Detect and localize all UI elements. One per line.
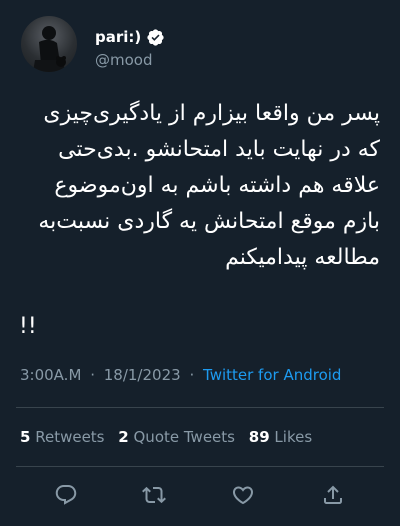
share-button[interactable] (320, 482, 346, 508)
retweet-icon (142, 486, 166, 504)
tweet-card: pari:) @mood پسر من واقعا بیزارم از یادگ… (0, 0, 400, 526)
author-name-row[interactable]: pari:) (95, 27, 165, 47)
retweet-button[interactable] (141, 482, 167, 508)
tweet-text-line: بازم موقع امتحانش یه گاردی نسبت‌به (38, 209, 380, 234)
tweet-time[interactable]: 3:00A.M (20, 366, 81, 384)
tweet-text-line: مطالعه پیدامیکنم (225, 245, 380, 270)
meta-separator: · (189, 366, 195, 384)
reply-button[interactable] (53, 482, 79, 508)
tweet-text-trailing: !! (19, 314, 37, 339)
tweet-text-line: که در نهایت باید امتحانشو .بدی‌حتی (58, 137, 380, 162)
display-name[interactable]: pari:) (95, 28, 141, 46)
quote-tweets-count: 2 (118, 428, 129, 446)
tweet-text-line: علاقه هم داشته باشم به اون‌موضوع (54, 173, 380, 198)
share-icon (324, 485, 342, 504)
likes-stat[interactable]: 89 Likes (249, 428, 312, 446)
verified-badge-icon (147, 28, 164, 46)
divider (16, 407, 384, 408)
retweets-count: 5 (20, 428, 31, 446)
heart-icon (232, 486, 254, 505)
avatar[interactable] (21, 16, 77, 72)
retweets-stat[interactable]: 5 Retweets (20, 428, 105, 446)
likes-label: Likes (274, 428, 313, 446)
action-bar (0, 482, 400, 510)
avatar-image (33, 26, 66, 72)
divider (16, 466, 384, 467)
quote-tweets-label: Quote Tweets (133, 428, 235, 446)
quote-tweets-stat[interactable]: 2 Quote Tweets (118, 428, 235, 446)
tweet-date[interactable]: 18/1/2023 (104, 366, 181, 384)
reply-icon (55, 485, 77, 505)
retweets-label: Retweets (35, 428, 105, 446)
tweet-text-line: پسر من واقعا بیزارم از یادگیری‌چیزی (43, 101, 380, 126)
tweet-stats: 5 Retweets 2 Quote Tweets 89 Likes (20, 428, 321, 446)
likes-count: 89 (248, 428, 270, 446)
like-button[interactable] (230, 482, 256, 508)
author-handle[interactable]: @mood (95, 51, 153, 69)
meta-separator: · (90, 366, 95, 384)
tweet-source-link[interactable]: Twitter for Android (203, 366, 341, 384)
tweet-meta: 3:00A.M · 18/1/2023 · Twitter for Androi… (20, 366, 341, 384)
tweet-text: پسر من واقعا بیزارم از یادگیری‌چیزی که د… (16, 96, 380, 276)
